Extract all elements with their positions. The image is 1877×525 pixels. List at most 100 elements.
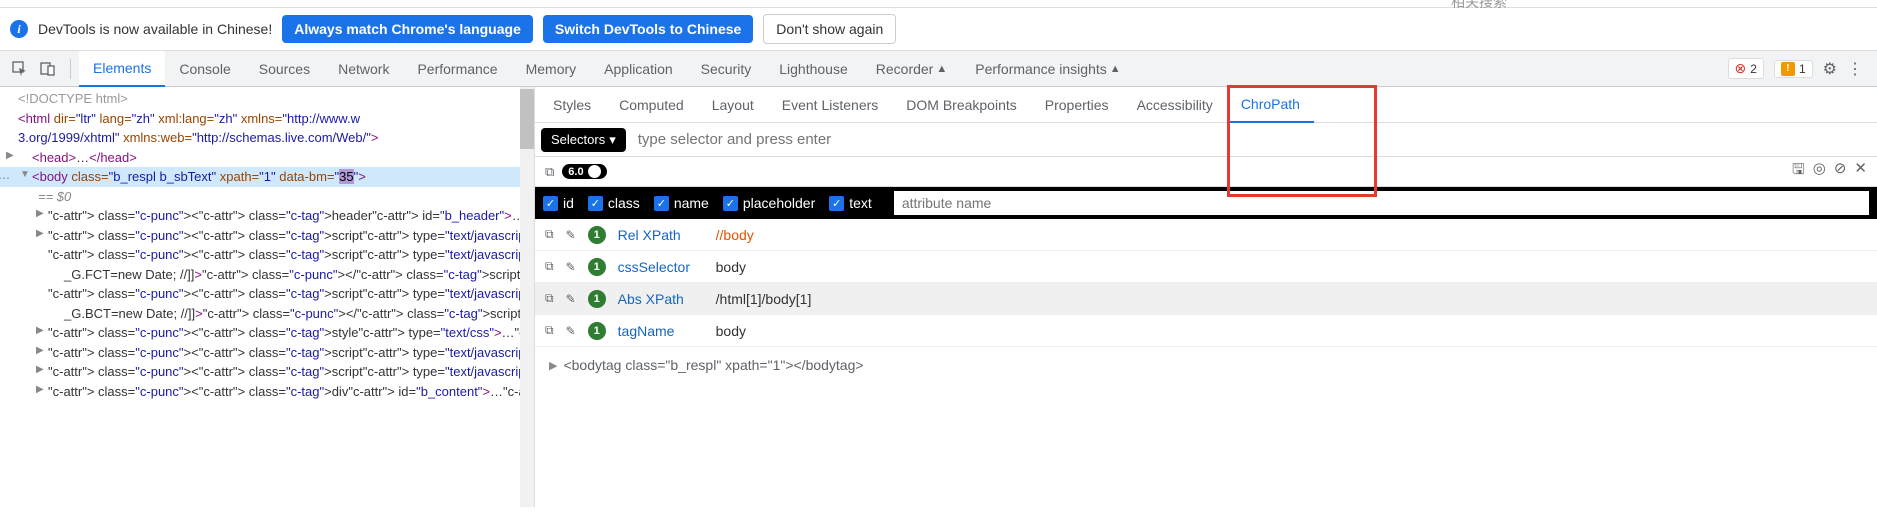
attribute-name-input[interactable] xyxy=(894,191,1869,215)
attribute-filter-bar: ✓id ✓class ✓name ✓placeholder ✓text xyxy=(535,187,1877,219)
subtab-chropath[interactable]: ChroPath xyxy=(1227,87,1314,123)
sidebar-tabs: StylesComputedLayoutEvent ListenersDOM B… xyxy=(535,87,1877,123)
dom-html-open[interactable]: <html dir="ltr" lang="zh" xml:lang="zh" … xyxy=(0,109,534,129)
dom-child-line[interactable]: ▶"c-attr"> class="c-punc"><"c-attr"> cla… xyxy=(0,206,534,226)
copy-icon[interactable]: ⧉ xyxy=(545,259,554,274)
pin-icon: ▲ xyxy=(1110,63,1121,75)
dom-child-line[interactable]: _G.FCT=new Date; //]]>"c-attr"> class="c… xyxy=(0,265,534,285)
target-icon[interactable]: ◎ xyxy=(1813,159,1826,184)
expand-icon[interactable]: ▶ xyxy=(36,362,44,377)
tab-memory[interactable]: Memory xyxy=(512,51,591,87)
check-label: text xyxy=(849,195,872,211)
scrollbar[interactable] xyxy=(520,87,534,507)
tab-lighthouse[interactable]: Lighthouse xyxy=(765,51,862,87)
dom-tree[interactable]: <!DOCTYPE html> <html dir="ltr" lang="zh… xyxy=(0,87,534,403)
elements-panel: <!DOCTYPE html> <html dir="ltr" lang="zh… xyxy=(0,87,535,507)
expand-icon[interactable]: ▶ xyxy=(36,343,44,358)
dom-child-line[interactable]: ▶"c-attr"> class="c-punc"><"c-attr"> cla… xyxy=(0,343,534,363)
version-pill[interactable]: 6.0 xyxy=(562,164,606,179)
copy-icon[interactable]: ⧉ xyxy=(545,164,554,180)
tool-row: ⧉ 6.0 🖫 ◎ ⊘ ✕ xyxy=(535,157,1877,187)
tab-elements[interactable]: Elements xyxy=(79,51,165,87)
count-badge: 1 xyxy=(588,322,606,340)
expand-icon[interactable]: ▶ xyxy=(36,382,44,397)
result-tree[interactable]: ▶ <bodytag class="b_respl" xpath="1"></b… xyxy=(535,347,1877,383)
dom-child-line[interactable]: ▶"c-attr"> class="c-punc"><"c-attr"> cla… xyxy=(0,382,534,402)
tab-performance[interactable]: Performance xyxy=(403,51,511,87)
check-label: id xyxy=(563,195,574,211)
switch-language-button[interactable]: Switch DevTools to Chinese xyxy=(543,15,753,43)
edit-icon[interactable]: ✎ xyxy=(566,292,576,306)
dom-child-line[interactable]: ▶"c-attr"> class="c-punc"><"c-attr"> cla… xyxy=(0,226,534,246)
subtab-layout[interactable]: Layout xyxy=(698,87,768,123)
tabbar-right: ⊗2 !1 ⚙ ⋮ xyxy=(1728,58,1871,79)
result-row-tagname[interactable]: ⧉✎1tagNamebody xyxy=(535,315,1877,347)
dom-child-line[interactable]: "c-attr"> class="c-punc"><"c-attr"> clas… xyxy=(0,284,534,304)
error-badge[interactable]: ⊗2 xyxy=(1728,58,1764,79)
subtab-properties[interactable]: Properties xyxy=(1031,87,1123,123)
result-value: body xyxy=(716,259,746,275)
tab-recorder[interactable]: Recorder▲ xyxy=(862,51,961,87)
dom-html-open-2[interactable]: 3.org/1999/xhtml" xmlns:web="http://sche… xyxy=(0,128,534,148)
check-class[interactable]: ✓class xyxy=(588,195,640,211)
tab-console[interactable]: Console xyxy=(165,51,244,87)
expand-icon[interactable]: ▶ xyxy=(36,226,44,241)
collapse-icon[interactable]: ▼ xyxy=(20,167,30,182)
subtab-computed[interactable]: Computed xyxy=(605,87,698,123)
subtab-event-listeners[interactable]: Event Listeners xyxy=(768,87,893,123)
save-icon[interactable]: 🖫 xyxy=(1792,159,1805,184)
result-row-abs-xpath[interactable]: ⧉✎1Abs XPath/html[1]/body[1] xyxy=(535,283,1877,315)
count-badge: 1 xyxy=(588,258,606,276)
scroll-thumb[interactable] xyxy=(520,89,534,149)
dom-body-selected[interactable]: ⋯ ▼ <body class="b_respl b_sbText" xpath… xyxy=(0,167,534,187)
dom-head[interactable]: ▶<head>…</head> xyxy=(0,148,534,168)
selector-input[interactable] xyxy=(632,131,1877,148)
tab-performance-insights[interactable]: Performance insights▲ xyxy=(961,51,1134,87)
device-toggle-icon[interactable] xyxy=(34,55,62,83)
settings-icon[interactable]: ✕ xyxy=(1854,159,1867,184)
subtab-styles[interactable]: Styles xyxy=(539,87,605,123)
expand-icon[interactable]: ▶ xyxy=(6,148,14,163)
check-id[interactable]: ✓id xyxy=(543,195,574,211)
expand-icon[interactable]: ▶ xyxy=(36,206,44,221)
check-label: class xyxy=(608,195,640,211)
block-icon[interactable]: ⊘ xyxy=(1834,159,1847,184)
gear-icon[interactable]: ⚙ xyxy=(1823,59,1837,79)
infobar-message: DevTools is now available in Chinese! xyxy=(38,21,272,37)
check-name[interactable]: ✓name xyxy=(654,195,709,211)
copy-icon[interactable]: ⧉ xyxy=(545,227,554,242)
inspect-element-icon[interactable] xyxy=(6,55,34,83)
tab-network[interactable]: Network xyxy=(324,51,403,87)
count-badge: 1 xyxy=(588,226,606,244)
copy-icon[interactable]: ⧉ xyxy=(545,323,554,338)
tab-application[interactable]: Application xyxy=(590,51,687,87)
selectors-dropdown[interactable]: Selectors▾ xyxy=(541,128,626,152)
ellipsis-icon[interactable]: ⋯ xyxy=(0,169,10,187)
result-row-cssselector[interactable]: ⧉✎1cssSelectorbody xyxy=(535,251,1877,283)
dismiss-button[interactable]: Don't show again xyxy=(763,14,896,44)
dom-child-line[interactable]: "c-attr"> class="c-punc"><"c-attr"> clas… xyxy=(0,245,534,265)
check-placeholder[interactable]: ✓placeholder xyxy=(723,195,815,211)
dom-child-line[interactable]: _G.BCT=new Date; //]]>"c-attr"> class="c… xyxy=(0,304,534,324)
kebab-menu-icon[interactable]: ⋮ xyxy=(1847,59,1863,79)
copy-icon[interactable]: ⧉ xyxy=(545,291,554,306)
dom-child-line[interactable]: ▶"c-attr"> class="c-punc"><"c-attr"> cla… xyxy=(0,323,534,343)
result-label: Rel XPath xyxy=(618,227,704,243)
edit-icon[interactable]: ✎ xyxy=(566,228,576,242)
subtab-accessibility[interactable]: Accessibility xyxy=(1123,87,1227,123)
edit-icon[interactable]: ✎ xyxy=(566,324,576,338)
expand-icon[interactable]: ▶ xyxy=(36,323,44,338)
check-text[interactable]: ✓text xyxy=(829,195,872,211)
result-row-rel-xpath[interactable]: ⧉✎1Rel XPath//body xyxy=(535,219,1877,251)
edit-icon[interactable]: ✎ xyxy=(566,260,576,274)
subtab-dom-breakpoints[interactable]: DOM Breakpoints xyxy=(892,87,1030,123)
dom-eq0: == $0 xyxy=(0,187,534,207)
dom-child-line[interactable]: ▶"c-attr"> class="c-punc"><"c-attr"> cla… xyxy=(0,362,534,382)
expand-icon[interactable]: ▶ xyxy=(549,359,557,372)
tab-security[interactable]: Security xyxy=(687,51,766,87)
tab-sources[interactable]: Sources xyxy=(245,51,324,87)
warning-badge[interactable]: !1 xyxy=(1774,60,1813,78)
match-language-button[interactable]: Always match Chrome's language xyxy=(282,15,533,43)
dom-doctype[interactable]: <!DOCTYPE html> xyxy=(0,89,534,109)
results-list: ⧉✎1Rel XPath//body⧉✎1cssSelectorbody⧉✎1A… xyxy=(535,219,1877,347)
